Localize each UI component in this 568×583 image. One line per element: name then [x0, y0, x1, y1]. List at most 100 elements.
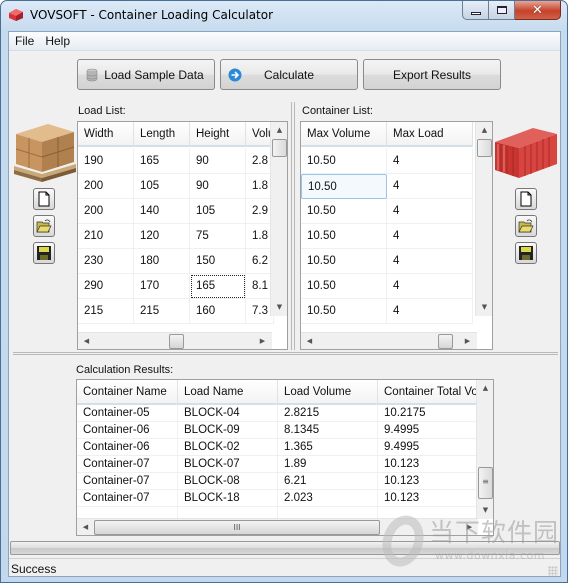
column-header-height[interactable]: Height — [190, 122, 246, 147]
column-header-max-volume[interactable]: Max Volume — [301, 122, 387, 147]
table-cell[interactable]: 120 — [134, 224, 190, 249]
scroll-thumb[interactable] — [477, 139, 492, 157]
results-vscrollbar[interactable]: ▲ ≡ ▼ — [476, 380, 493, 519]
close-button[interactable]: ✕ — [515, 1, 561, 20]
table-cell[interactable]: 10.123 — [378, 473, 477, 490]
scroll-thumb[interactable]: III — [94, 520, 380, 535]
table-row[interactable]: Container-07 BLOCK-18 2.023 10.123 — [77, 490, 477, 507]
table-cell[interactable]: 105 — [134, 174, 190, 199]
scroll-left-icon[interactable]: ◀ — [77, 519, 94, 535]
table-row[interactable]: 230 180 150 6.2 — [78, 249, 274, 274]
table-cell[interactable]: 4 — [387, 274, 473, 299]
table-cell[interactable]: 10.123 — [378, 456, 477, 473]
table-cell[interactable]: 180 — [134, 249, 190, 274]
scroll-thumb[interactable] — [272, 139, 287, 157]
table-row[interactable]: Container-07 BLOCK-08 6.21 10.123 — [77, 473, 477, 490]
table-row[interactable]: 210 120 75 1.8 — [78, 224, 274, 249]
table-row[interactable]: 290 170 165 8.1 — [78, 274, 274, 299]
scroll-thumb[interactable]: ≡ — [478, 467, 493, 499]
scroll-thumb[interactable] — [438, 334, 453, 349]
load-new-button[interactable] — [33, 188, 55, 210]
table-cell[interactable]: 90 — [190, 149, 246, 174]
table-cell[interactable]: 150 — [190, 249, 246, 274]
column-header-container-total-volume[interactable]: Container Total Vol — [378, 380, 477, 405]
menu-help[interactable]: Help — [39, 32, 75, 51]
table-row[interactable]: 200 140 105 2.9 — [78, 199, 274, 224]
table-row[interactable]: 10.50 4 — [301, 199, 473, 224]
table-cell[interactable]: 200 — [78, 174, 134, 199]
table-row[interactable]: 215 215 160 7.3 — [78, 299, 274, 324]
scroll-left-icon[interactable]: ◀ — [301, 333, 318, 349]
table-row[interactable]: 10.50 4 — [301, 249, 473, 274]
load-list-grid[interactable]: Width Length Height Volu 190 165 90 2.8 200 1… — [77, 121, 288, 350]
table-row[interactable]: Container-06 BLOCK-02 1.365 9.4995 — [77, 439, 477, 456]
load-list-hscrollbar[interactable]: ◀ ▶ — [78, 332, 272, 349]
table-cell[interactable]: 10.50 — [301, 224, 387, 249]
table-cell[interactable]: 210 — [78, 224, 134, 249]
table-cell[interactable]: 2.023 — [278, 490, 378, 507]
container-list-grid[interactable]: Max Volume Max Load 10.50 4 10.50 4 10.50 4 10… — [300, 121, 493, 350]
table-cell[interactable]: Container-05 — [77, 405, 178, 422]
table-cell[interactable]: 105 — [190, 199, 246, 224]
table-cell[interactable]: 2.8215 — [278, 405, 378, 422]
column-header-width[interactable]: Width — [78, 122, 134, 147]
vertical-splitter[interactable] — [291, 102, 295, 350]
table-cell[interactable]: 10.50 — [301, 149, 387, 174]
column-header-load-name[interactable]: Load Name — [178, 380, 278, 405]
scroll-up-icon[interactable]: ▲ — [476, 122, 492, 139]
column-header-max-load[interactable]: Max Load — [387, 122, 473, 147]
table-cell[interactable]: 10.50 — [301, 299, 387, 324]
scroll-right-icon[interactable]: ▶ — [459, 333, 476, 349]
table-row[interactable]: Container-06 BLOCK-09 8.1345 9.4995 — [77, 422, 477, 439]
table-row[interactable]: 10.50 4 — [301, 174, 473, 199]
table-cell[interactable]: BLOCK-07 — [178, 456, 278, 473]
table-cell[interactable]: 8.1345 — [278, 422, 378, 439]
table-cell[interactable]: 160 — [190, 299, 246, 324]
horizontal-splitter[interactable] — [13, 352, 558, 355]
container-save-button[interactable] — [515, 242, 537, 264]
table-cell[interactable]: 290 — [78, 274, 134, 299]
calculation-results-grid[interactable]: Container Name Load Name Load Volume Con… — [76, 379, 494, 536]
table-cell[interactable]: 75 — [190, 224, 246, 249]
table-cell[interactable]: BLOCK-04 — [178, 405, 278, 422]
table-cell[interactable]: 10.50 — [301, 249, 387, 274]
table-cell[interactable]: 6.21 — [278, 473, 378, 490]
menu-file[interactable]: File — [9, 32, 39, 51]
scroll-right-icon[interactable]: ▶ — [461, 519, 478, 535]
table-cell[interactable]: 4 — [387, 224, 473, 249]
table-cell[interactable]: Container-07 — [77, 473, 178, 490]
table-cell[interactable]: 4 — [387, 199, 473, 224]
scroll-up-icon[interactable]: ▲ — [477, 380, 493, 397]
results-hscrollbar[interactable]: ◀ III ▶ — [77, 518, 478, 535]
table-row[interactable]: 10.50 4 — [301, 299, 473, 324]
container-list-vscrollbar[interactable]: ▲ ▼ — [475, 122, 492, 316]
table-cell[interactable]: BLOCK-09 — [178, 422, 278, 439]
table-cell[interactable]: BLOCK-18 — [178, 490, 278, 507]
table-cell[interactable]: 90 — [190, 174, 246, 199]
table-row[interactable]: Container-05 BLOCK-04 2.8215 10.2175 — [77, 405, 477, 422]
column-header-load-volume[interactable]: Load Volume — [278, 380, 378, 405]
table-cell[interactable]: 200 — [78, 199, 134, 224]
table-cell[interactable]: Container-07 — [77, 456, 178, 473]
scroll-thumb[interactable] — [169, 334, 184, 349]
table-cell[interactable]: 140 — [134, 199, 190, 224]
table-cell[interactable]: 165 — [190, 274, 246, 299]
table-cell[interactable]: 4 — [387, 299, 473, 324]
table-cell[interactable]: 10.50 — [301, 174, 387, 199]
scroll-left-icon[interactable]: ◀ — [78, 333, 95, 349]
load-sample-data-button[interactable]: Load Sample Data — [77, 59, 215, 90]
table-cell[interactable]: 10.2175 — [378, 405, 477, 422]
table-cell[interactable]: 10.50 — [301, 274, 387, 299]
table-row[interactable]: 10.50 4 — [301, 224, 473, 249]
table-row[interactable]: 190 165 90 2.8 — [78, 149, 274, 174]
table-cell[interactable]: Container-07 — [77, 490, 178, 507]
load-list-vscrollbar[interactable]: ▲ ▼ — [270, 122, 287, 316]
table-cell[interactable]: BLOCK-08 — [178, 473, 278, 490]
calculate-button[interactable]: Calculate — [220, 59, 358, 90]
export-results-button[interactable]: Export Results — [363, 59, 501, 90]
scroll-down-icon[interactable]: ▼ — [271, 299, 287, 316]
table-cell[interactable]: 1.89 — [278, 456, 378, 473]
load-open-button[interactable] — [33, 215, 55, 237]
resize-grip-icon[interactable] — [548, 566, 558, 576]
table-cell[interactable]: 215 — [78, 299, 134, 324]
